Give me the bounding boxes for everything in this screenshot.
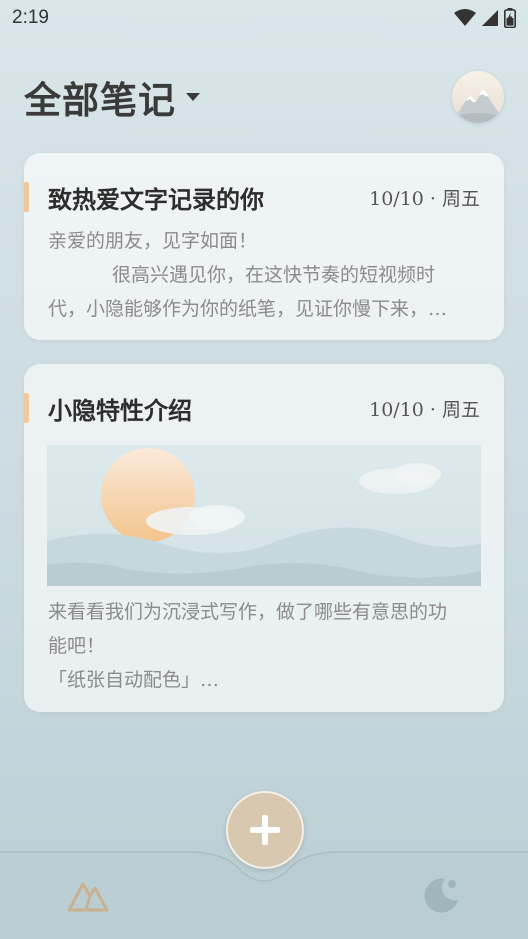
- note-preview-line: 能吧！: [48, 635, 106, 657]
- add-note-button[interactable]: [226, 791, 304, 869]
- mountain-avatar-icon: [452, 71, 504, 123]
- plus-icon: [250, 815, 280, 845]
- note-preview-line: 来看看我们为沉浸式写作，做了哪些有意思的功: [48, 601, 448, 623]
- nav-notes-button[interactable]: [66, 874, 110, 918]
- note-preview: 亲爱的朋友，见字如面！ 很高兴遇见你，在这快节奏的短视频时 代，小隐能够作为你的…: [48, 224, 482, 326]
- avatar[interactable]: [452, 71, 504, 123]
- caret-down-icon[interactable]: [184, 91, 202, 103]
- wifi-icon: [454, 9, 476, 26]
- mountain-icon: [67, 882, 109, 912]
- note-preview-line: 很高兴遇见你，在这快节奏的短视频时: [112, 264, 436, 286]
- note-card-header: 致热爱文字记录的你 10/10 · 周五: [24, 179, 504, 215]
- status-icons: [454, 8, 516, 28]
- note-title: 小隐特性介绍: [48, 395, 192, 425]
- note-image: [47, 445, 481, 586]
- note-date: 10/10 · 周五: [369, 398, 480, 421]
- note-preview-line: 亲爱的朋友，见字如面！: [48, 230, 258, 252]
- signal-icon: [482, 10, 498, 26]
- accent-bar: [24, 393, 29, 423]
- note-card[interactable]: 致热爱文字记录的你 10/10 · 周五 亲爱的朋友，见字如面！ 很高兴遇见你，…: [24, 153, 504, 340]
- note-preview-line: 代，小隐能够作为你的纸笔，见证你慢下来，…: [48, 298, 448, 320]
- sun-clouds-landscape-image: [47, 445, 481, 586]
- page-title[interactable]: 全部笔记: [24, 70, 176, 124]
- status-time: 2:19: [12, 7, 49, 28]
- note-card-header: 小隐特性介绍 10/10 · 周五: [24, 390, 504, 426]
- header: 全部笔记: [24, 70, 504, 124]
- note-preview-line: 「纸张自动配色」…: [48, 669, 220, 691]
- accent-bar: [24, 182, 29, 212]
- notebook-selector[interactable]: 全部笔记: [24, 70, 202, 124]
- note-date: 10/10 · 周五: [369, 187, 480, 210]
- moon-icon: [424, 878, 458, 913]
- battery-icon: [504, 8, 516, 28]
- note-preview: 来看看我们为沉浸式写作，做了哪些有意思的功 能吧！ 「纸张自动配色」…: [48, 595, 482, 697]
- note-title: 致热爱文字记录的你: [48, 184, 264, 214]
- note-card[interactable]: 小隐特性介绍 10/10 · 周五 来看看我们为沉浸式写作，做了哪些有意思的功 …: [24, 364, 504, 712]
- nav-theme-button[interactable]: [418, 874, 462, 918]
- status-bar: 2:19: [0, 0, 528, 36]
